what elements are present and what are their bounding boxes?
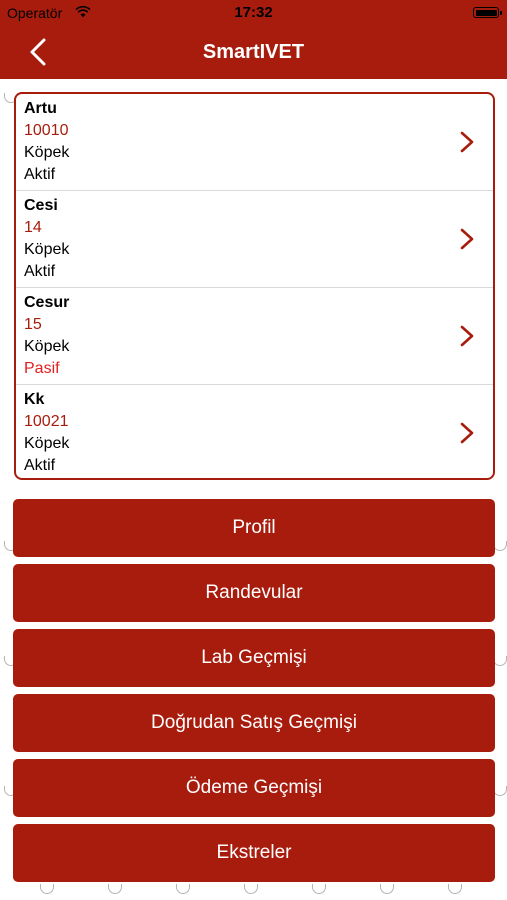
pet-row[interactable]: Cesur 15 Köpek Pasif <box>16 288 493 385</box>
pet-id: 10010 <box>24 122 69 139</box>
pet-row[interactable]: Cesi 14 Köpek Aktif <box>16 191 493 288</box>
pet-species: Köpek <box>24 144 70 161</box>
payment-history-button[interactable]: Ödeme Geçmişi <box>13 759 495 817</box>
chevron-right-icon <box>460 325 474 347</box>
pet-id: 14 <box>24 219 42 236</box>
chevron-right-icon <box>460 228 474 250</box>
direct-sales-history-button[interactable]: Doğrudan Satış Geçmişi <box>13 694 495 752</box>
appointments-button[interactable]: Randevular <box>13 564 495 622</box>
pet-name: Cesi <box>24 197 58 214</box>
lab-history-button[interactable]: Lab Geçmişi <box>13 629 495 687</box>
pet-name: Artu <box>24 100 57 117</box>
pet-list: Artu 10010 Köpek Aktif Cesi 14 Köpek Akt… <box>14 92 495 480</box>
pet-row[interactable]: Kk 10021 Köpek Aktif <box>16 385 493 478</box>
statements-button[interactable]: Ekstreler <box>13 824 495 882</box>
pet-species: Köpek <box>24 241 70 258</box>
profile-button[interactable]: Profil <box>13 499 495 557</box>
pet-id: 10021 <box>24 413 69 430</box>
pet-status: Aktif <box>24 166 56 183</box>
chevron-right-icon <box>460 422 474 444</box>
page-title: SmartIVET <box>202 41 305 63</box>
pet-status: Aktif <box>24 263 56 280</box>
pet-name: Kk <box>24 391 45 408</box>
navigation-bar: SmartIVET <box>0 26 507 79</box>
pet-id: 15 <box>24 316 42 333</box>
battery-icon <box>473 7 502 18</box>
status-time: 17:32 <box>234 4 273 21</box>
pet-species: Köpek <box>24 435 70 452</box>
chevron-right-icon <box>460 131 474 153</box>
pet-status: Aktif <box>24 457 56 474</box>
pet-name: Cesur <box>24 294 70 311</box>
pet-species: Köpek <box>24 338 70 355</box>
status-bar: Operatör 17:32 <box>0 0 507 26</box>
pet-row[interactable]: Artu 10010 Köpek Aktif <box>16 94 493 191</box>
pet-status: Pasif <box>24 360 60 377</box>
